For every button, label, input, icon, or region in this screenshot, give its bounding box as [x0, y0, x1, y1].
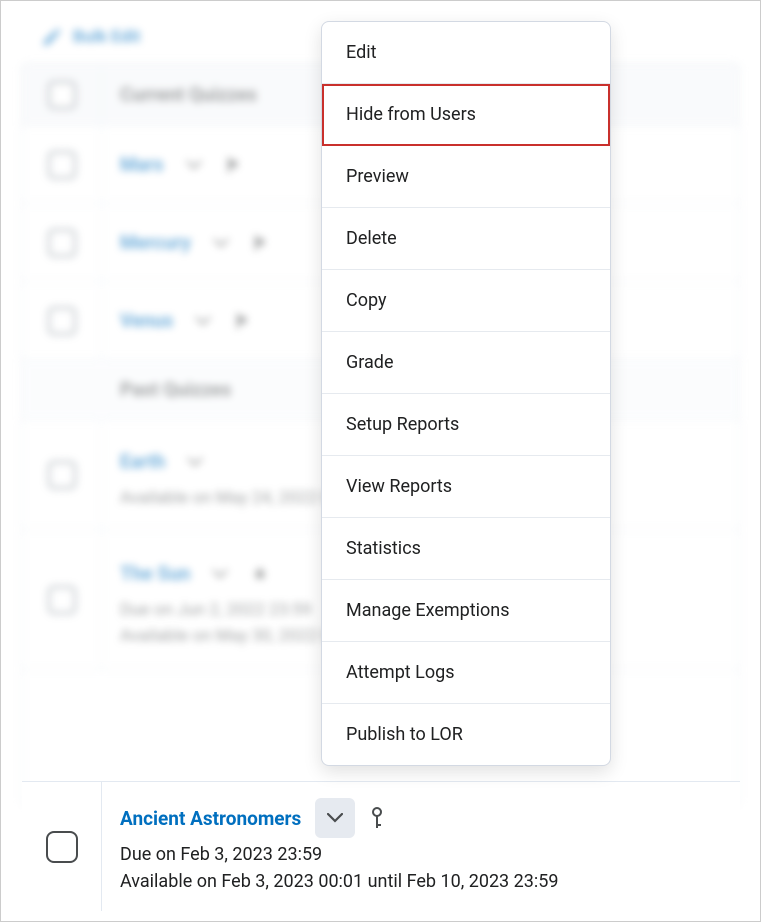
quiz-actions-sun[interactable] — [200, 554, 240, 594]
menu-manage-exemptions[interactable]: Manage Exemptions — [322, 580, 610, 642]
quiz-actions-earth[interactable] — [175, 442, 215, 482]
select-sun-checkbox[interactable] — [48, 586, 76, 614]
menu-hide-from-users[interactable]: Hide from Users — [322, 84, 610, 146]
quiz-link-sun[interactable]: The Sun — [120, 562, 190, 585]
menu-attempt-logs[interactable]: Attempt Logs — [322, 642, 610, 704]
bulk-edit-label: Bulk Edit — [73, 27, 140, 47]
quiz-link-mars[interactable]: Mars — [120, 153, 164, 176]
flag-icon — [251, 233, 271, 253]
quiz-due: Due on Feb 3, 2023 23:59 — [120, 844, 722, 865]
quiz-availability: Available on Feb 3, 2023 00:01 until Feb… — [120, 871, 722, 892]
menu-preview[interactable]: Preview — [322, 146, 610, 208]
menu-grade[interactable]: Grade — [322, 332, 610, 394]
menu-setup-reports[interactable]: Setup Reports — [322, 394, 610, 456]
quiz-actions-mercury[interactable] — [201, 223, 241, 263]
select-ancient-checkbox[interactable] — [46, 831, 78, 863]
select-venus-checkbox[interactable] — [48, 307, 76, 335]
pin-icon — [250, 564, 270, 584]
chevron-down-icon — [327, 813, 343, 823]
menu-copy[interactable]: Copy — [322, 270, 610, 332]
select-mercury-checkbox[interactable] — [48, 229, 76, 257]
flag-icon — [224, 155, 244, 175]
menu-view-reports[interactable]: View Reports — [322, 456, 610, 518]
menu-edit[interactable]: Edit — [322, 22, 610, 84]
context-menu: Edit Hide from Users Preview Delete Copy… — [321, 21, 611, 766]
quiz-actions-ancient[interactable] — [315, 798, 355, 838]
menu-statistics[interactable]: Statistics — [322, 518, 610, 580]
quiz-row-ancient-astronomers: Ancient Astronomers Due on Feb 3, 2023 2… — [22, 781, 740, 911]
quiz-link-venus[interactable]: Venus — [120, 309, 173, 332]
quiz-actions-venus[interactable] — [183, 301, 223, 341]
key-icon — [369, 806, 385, 830]
quiz-actions-mars[interactable] — [174, 145, 214, 185]
select-all-current-checkbox[interactable] — [48, 81, 76, 109]
quiz-link-earth[interactable]: Earth — [120, 450, 165, 473]
quiz-link-mercury[interactable]: Mercury — [120, 231, 191, 254]
flag-icon — [233, 311, 253, 331]
select-earth-checkbox[interactable] — [48, 461, 76, 489]
quiz-link-ancient[interactable]: Ancient Astronomers — [120, 807, 301, 830]
edit-icon — [41, 26, 63, 48]
menu-publish-to-lor[interactable]: Publish to LOR — [322, 704, 610, 765]
menu-delete[interactable]: Delete — [322, 208, 610, 270]
select-mars-checkbox[interactable] — [48, 151, 76, 179]
